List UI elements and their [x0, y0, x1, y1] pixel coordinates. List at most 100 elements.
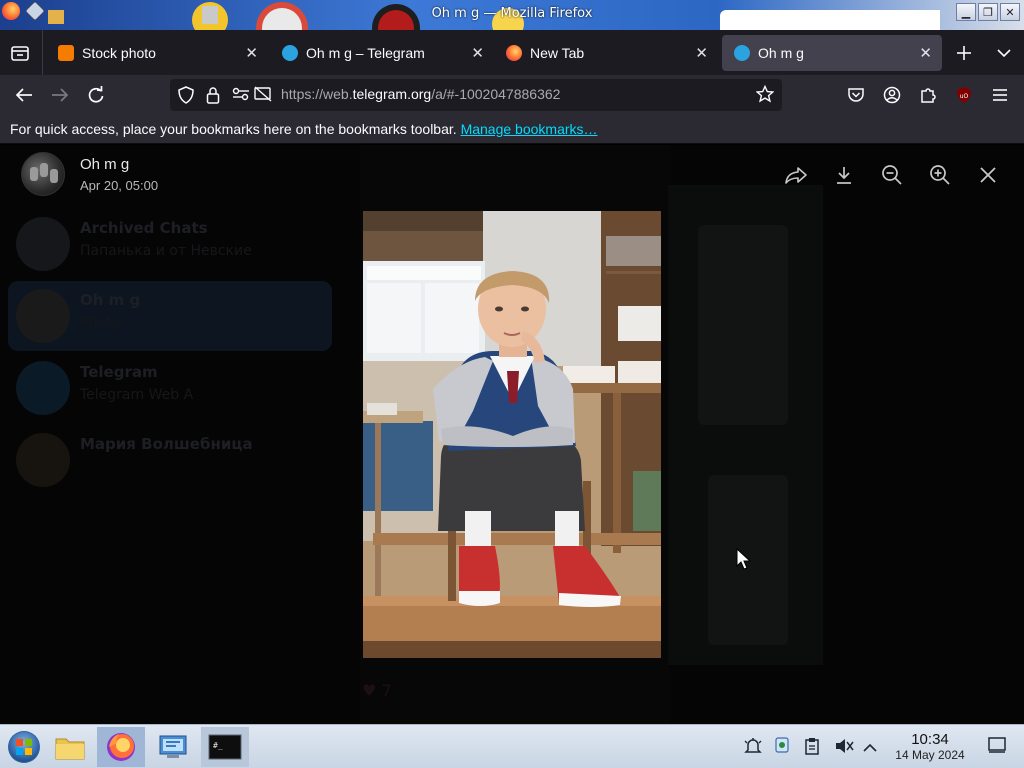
clock-date[interactable]: 14 May 2024: [884, 748, 976, 762]
chat-preview: Photo: [80, 315, 120, 331]
zoom-out-button[interactable]: [877, 160, 907, 190]
extensions-button[interactable]: [912, 79, 944, 111]
archive-avatar: [16, 217, 70, 271]
bookmarks-toolbar: For quick access, place your bookmarks h…: [0, 115, 1024, 144]
clipboard-icon[interactable]: [804, 737, 820, 759]
chat-name: Telegram: [80, 363, 158, 381]
url-text[interactable]: https://web.telegram.org/a/#-10020478863…: [281, 86, 560, 102]
forward-arrow-icon: [52, 88, 69, 102]
puzzle-icon: [921, 88, 936, 103]
forward-button[interactable]: [44, 79, 76, 111]
manage-bookmarks-link[interactable]: Manage bookmarks…: [461, 121, 598, 137]
chat-item-oh-m-g[interactable]: Oh m g Photo: [8, 281, 332, 351]
tab-label: New Tab: [530, 45, 585, 61]
svg-text:uO: uO: [960, 93, 969, 100]
terminal-button[interactable]: #_: [201, 727, 249, 767]
pocket-button[interactable]: [840, 79, 872, 111]
tab-label: Stock photo: [82, 45, 156, 61]
control-panel-button[interactable]: [149, 727, 197, 767]
network-icon[interactable]: [773, 736, 791, 760]
close-tab-icon[interactable]: ✕: [919, 44, 932, 62]
screen: Oh m g — Mozilla Firefox ▁ ❐ ✕ Stock pho…: [0, 0, 1024, 768]
firefox-taskbar-button[interactable]: [97, 727, 145, 767]
account-button[interactable]: [876, 79, 908, 111]
clock-time[interactable]: 10:34: [890, 731, 970, 748]
back-button[interactable]: [8, 79, 40, 111]
new-tab-button[interactable]: [946, 35, 982, 71]
sender-avatar[interactable]: [21, 152, 65, 196]
bookmark-star-icon[interactable]: [755, 84, 775, 107]
firefox-view-icon: [11, 46, 29, 61]
download-icon: [837, 167, 851, 184]
reaction-dimmed: ♥ 7: [362, 681, 392, 700]
chat-item-maria[interactable]: Мария Волшебница: [8, 425, 332, 495]
media-photo[interactable]: [363, 211, 661, 658]
tray-expand-chevron-up-icon[interactable]: [863, 739, 877, 757]
chat-preview: Папанька и от Невские: [80, 243, 252, 259]
show-desktop-icon[interactable]: [988, 737, 1006, 757]
download-button[interactable]: [829, 160, 859, 190]
window-titlebar[interactable]: Oh m g — Mozilla Firefox ▁ ❐ ✕: [0, 0, 1024, 30]
firefox-view-button[interactable]: [2, 35, 38, 71]
tab-strip: Stock photo ✕ Oh m g – Telegram ✕ New Ta…: [0, 30, 1024, 75]
chat-avatar: [16, 289, 70, 343]
list-all-tabs-button[interactable]: [986, 35, 1022, 71]
svg-text:#_: #_: [213, 741, 223, 750]
forward-icon: [785, 167, 807, 184]
bookmarks-hint: For quick access, place your bookmarks h…: [10, 121, 457, 137]
blogger-icon: [58, 45, 74, 61]
telegram-avatar: [16, 361, 70, 415]
back-arrow-icon: [15, 88, 32, 102]
telegram-icon: [282, 45, 298, 61]
close-tab-icon[interactable]: ✕: [695, 44, 708, 62]
chat-avatar: [16, 433, 70, 487]
tab-new-tab[interactable]: New Tab ✕: [494, 35, 718, 71]
telegram-icon: [734, 45, 750, 61]
url-prefix: https://web.: [281, 86, 353, 102]
file-manager-icon: [55, 738, 85, 760]
chat-item-telegram[interactable]: Telegram Telegram Web A: [8, 353, 332, 423]
close-tab-icon[interactable]: ✕: [245, 44, 258, 62]
volume-muted-icon[interactable]: [834, 737, 854, 759]
zoom-in-button[interactable]: [925, 160, 955, 190]
plus-icon: [957, 46, 971, 60]
app-menu-button[interactable]: [984, 79, 1016, 111]
file-manager-button[interactable]: [46, 727, 94, 767]
lock-icon[interactable]: [206, 86, 220, 108]
ublock-button[interactable]: uO: [948, 79, 980, 111]
pocket-icon: [848, 88, 864, 102]
ublock-origin-icon: uO: [957, 87, 971, 103]
tab-label: Oh m g: [758, 45, 804, 61]
close-window-button[interactable]: ✕: [1000, 3, 1020, 21]
chat-name: Мария Волшебница: [80, 435, 253, 453]
url-domain: telegram.org: [352, 86, 432, 102]
tab-oh-m-g[interactable]: Oh m g ✕: [722, 35, 942, 71]
media-sender-name[interactable]: Oh m g: [80, 156, 129, 173]
close-viewer-button[interactable]: [973, 160, 1003, 190]
url-suffix: /a/#-1002047886362: [431, 86, 561, 102]
close-tab-icon[interactable]: ✕: [471, 44, 484, 62]
chat-item-archived[interactable]: Archived Chats Папанька и от Невские: [8, 209, 332, 279]
minimize-button[interactable]: ▁: [956, 3, 976, 21]
mouse-cursor: [736, 548, 752, 570]
tab-telegram[interactable]: Oh m g – Telegram ✕: [270, 35, 494, 71]
account-icon: [883, 86, 901, 104]
terminal-icon: #_: [208, 734, 242, 760]
autoplay-blocked-icon[interactable]: [254, 86, 272, 106]
tracking-protection-icon[interactable]: [178, 86, 194, 108]
start-button[interactable]: [0, 727, 48, 767]
address-bar[interactable]: https://web.telegram.org/a/#-10020478863…: [170, 79, 782, 111]
side-photos-dimmed: [668, 185, 823, 665]
reload-button[interactable]: [80, 79, 112, 111]
maximize-button[interactable]: ❐: [978, 3, 998, 21]
chat-name: Archived Chats: [80, 219, 208, 237]
permissions-icon[interactable]: [232, 86, 250, 106]
tab-stock-photo[interactable]: Stock photo ✕: [46, 35, 268, 71]
notifications-icon[interactable]: [744, 737, 762, 759]
chat-list: Archived Chats Папанька и от Невские Oh …: [0, 145, 340, 724]
forward-button[interactable]: [781, 160, 811, 190]
window-title: Oh m g — Mozilla Firefox: [431, 6, 593, 21]
chat-name: Oh m g: [80, 291, 141, 309]
zoom-in-icon: [930, 165, 950, 185]
firefox-icon: [107, 733, 135, 761]
